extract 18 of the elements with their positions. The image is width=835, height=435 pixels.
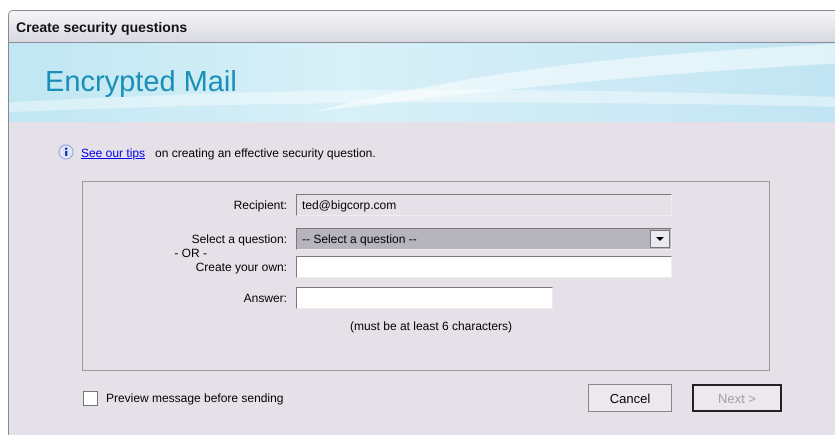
tip-text: on creating an effective security question. xyxy=(155,146,376,160)
question-dropdown[interactable]: -- Select a question -- xyxy=(296,228,672,250)
window-title: Create security questions xyxy=(16,18,188,34)
tips-link[interactable]: See our tips xyxy=(81,146,146,160)
banner-title: Encrypted Mail xyxy=(45,66,237,99)
question-input[interactable] xyxy=(296,256,672,278)
answer-input[interactable] xyxy=(296,287,553,309)
checkbox[interactable] xyxy=(83,390,98,406)
dialog-button[interactable]: Cancel xyxy=(588,384,672,412)
info-icon xyxy=(57,144,75,162)
recipient-field[interactable]: ted@bigcorp.com xyxy=(296,194,672,216)
or-text: - OR - xyxy=(174,246,208,260)
field-label: Recipient: xyxy=(232,197,287,212)
field-label: Create your own: xyxy=(194,259,287,274)
field-label: Select a question: xyxy=(192,231,287,246)
checkbox-label: Preview message before sending xyxy=(106,391,284,405)
field-label: Answer: xyxy=(242,290,287,305)
hint-text: (must be at least 6 characters) xyxy=(348,319,514,333)
